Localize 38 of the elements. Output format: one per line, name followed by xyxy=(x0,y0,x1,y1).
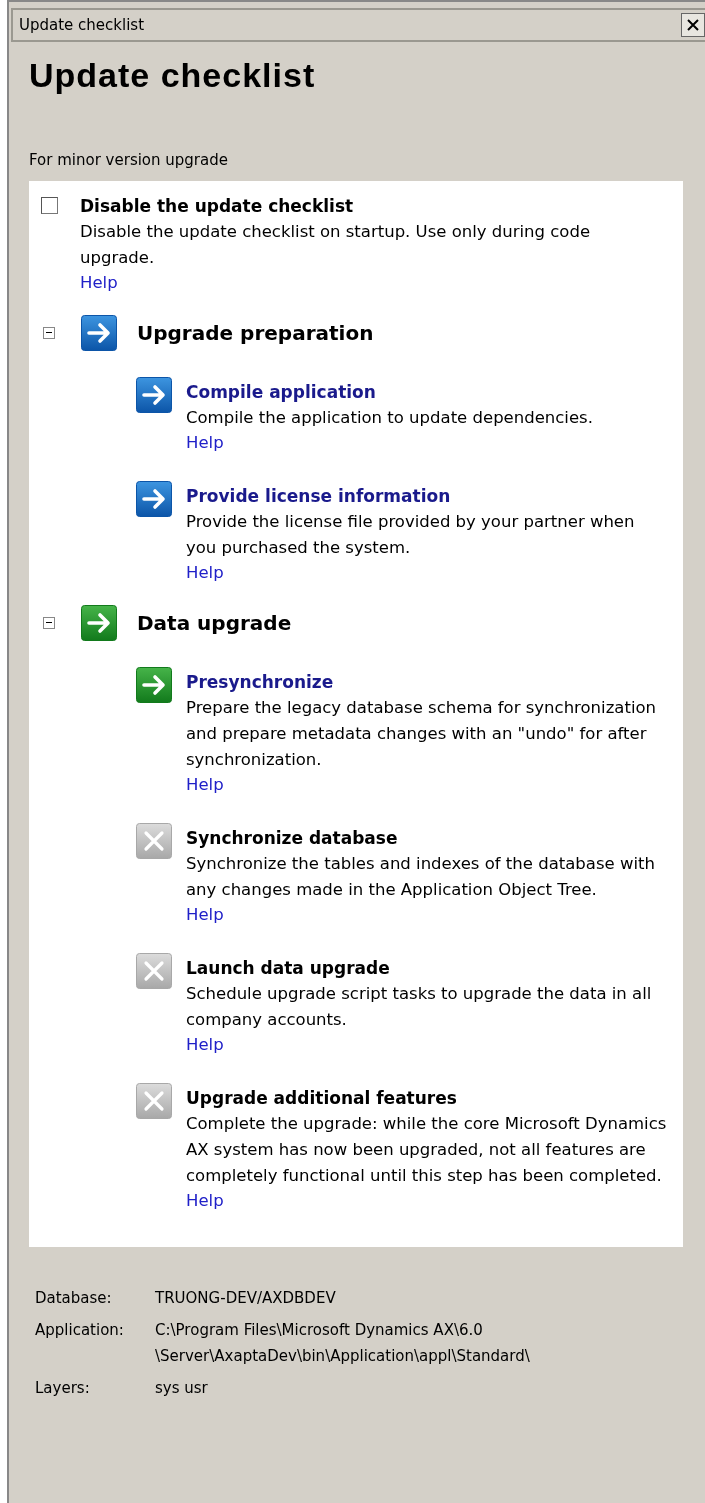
checkbox[interactable] xyxy=(41,197,58,214)
collapse-toggle[interactable] xyxy=(43,617,55,629)
step-description: Provide the license file provided by your partner when you purchased the system. xyxy=(186,511,636,559)
info-value: C:\Program Files\Microsoft Dynamics AX\6.0 xyxy=(155,1320,484,1341)
help-link[interactable]: Help xyxy=(186,1189,224,1213)
help-link[interactable]: Help xyxy=(186,903,224,927)
step-description: Prepare the legacy database schema for synchronization and prepare metadata changes with an "undo" for after synchronization. xyxy=(186,697,658,771)
step-title: Synchronize database xyxy=(186,827,399,850)
step-title: Upgrade additional features xyxy=(186,1087,458,1110)
info-label: Database: xyxy=(35,1288,113,1309)
info-value: \Server\AxaptaDev\bin\Application\appl\Standard\ xyxy=(155,1346,531,1367)
step-description: Complete the upgrade: while the core Microsoft Dynamics AX system has now been upgraded, not all features are completely functional until this step has been completed. xyxy=(186,1113,668,1187)
help-link[interactable]: Help xyxy=(186,431,224,455)
step-description: Synchronize the tables and indexes of the database with any changes made in the Application Object Tree. xyxy=(186,853,656,901)
step-description: Schedule upgrade script tasks to upgrade the data in all company accounts. xyxy=(186,983,653,1031)
collapse-toggle[interactable] xyxy=(43,327,55,339)
window-title: Update checklist xyxy=(18,16,145,34)
help-link[interactable]: Help xyxy=(186,1033,224,1057)
close-button[interactable] xyxy=(681,13,705,37)
info-label: Application: xyxy=(35,1320,125,1341)
step-description: Compile the application to update dependencies. xyxy=(186,407,593,429)
help-link[interactable]: Help xyxy=(186,773,224,797)
info-label: Layers: xyxy=(35,1378,91,1399)
page-heading: Update checklist xyxy=(29,56,317,95)
help-link[interactable]: Help xyxy=(80,271,118,295)
info-value: TRUONG-DEV/AXDBDEV xyxy=(155,1288,337,1309)
group-title: Data upgrade xyxy=(137,611,292,635)
step-title: Launch data upgrade xyxy=(186,957,391,980)
group-title: Upgrade preparation xyxy=(137,321,374,345)
info-value: sys usr xyxy=(155,1378,209,1399)
step-title[interactable]: Compile application xyxy=(186,379,593,405)
close-icon xyxy=(686,18,700,32)
help-link[interactable]: Help xyxy=(186,561,224,585)
option-title: Disable the update checklist xyxy=(80,195,355,218)
page-subtitle: For minor version upgrade xyxy=(29,151,229,169)
option-description: Disable the update checklist on startup. Use only during code upgrade. xyxy=(80,221,592,269)
step-title[interactable]: Provide license information xyxy=(186,483,669,509)
step-title[interactable]: Presynchronize xyxy=(186,669,669,695)
